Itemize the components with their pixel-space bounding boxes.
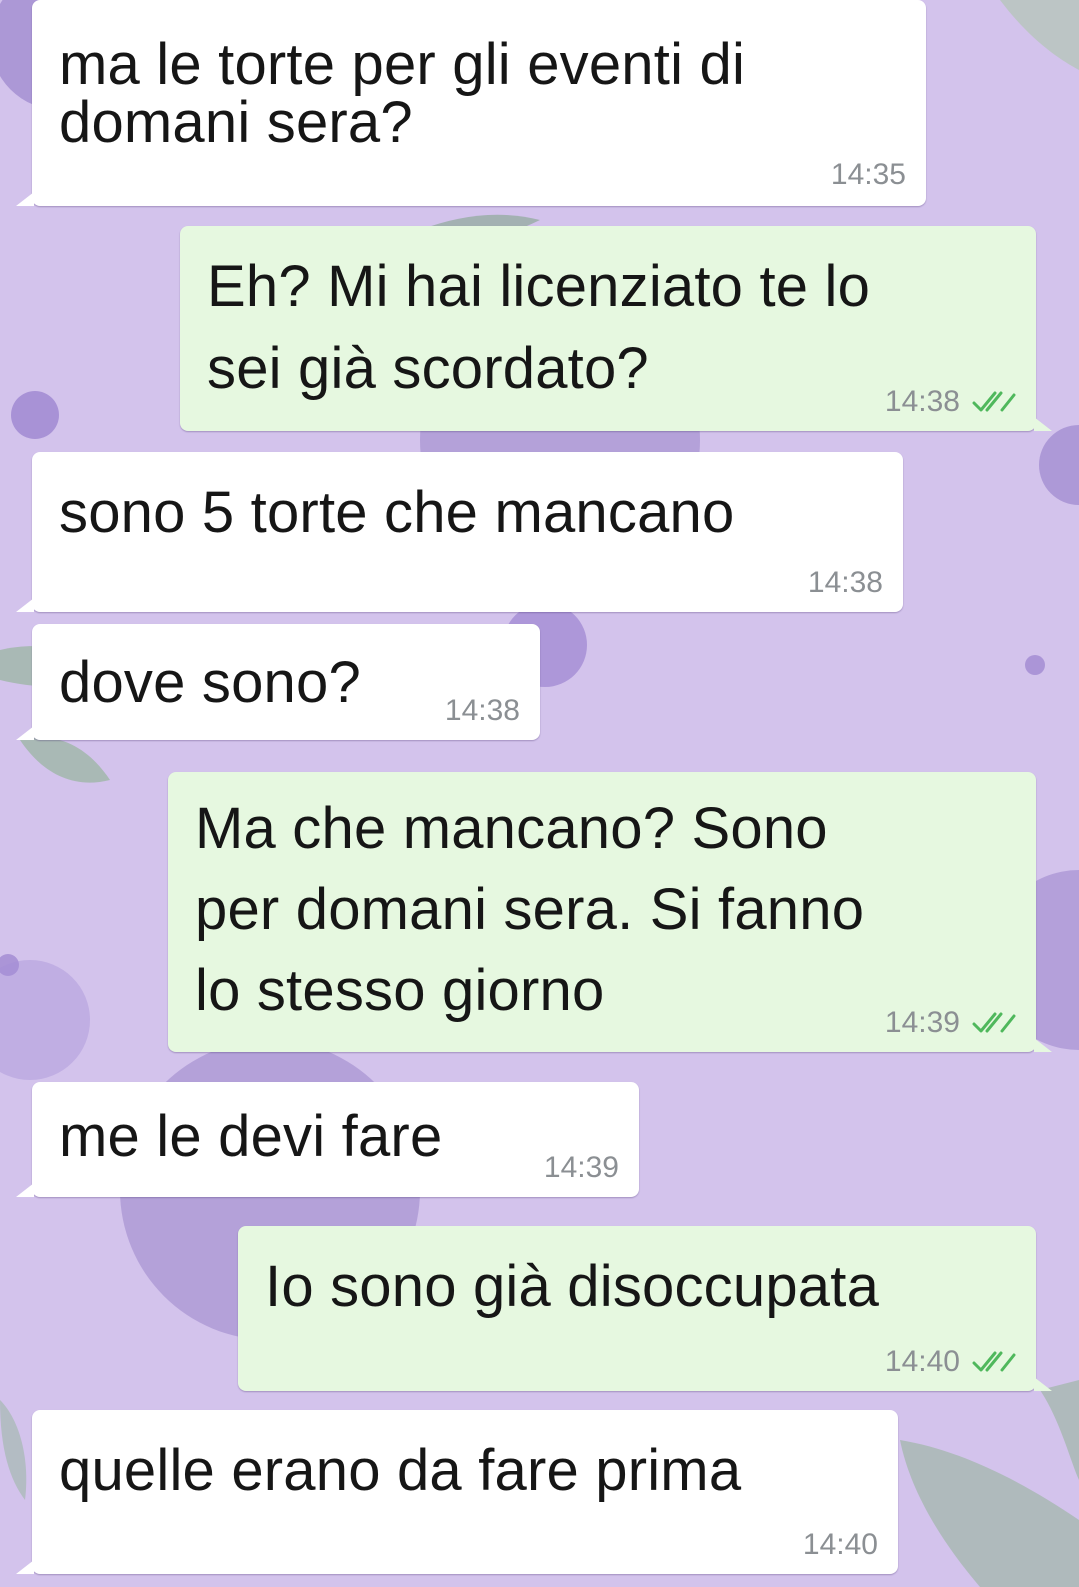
message-text: sei già scordato? xyxy=(207,336,649,401)
message-text: quelle erano da fare prima xyxy=(59,1438,742,1503)
message-meta: 14:38 xyxy=(808,566,883,600)
double-check-icon xyxy=(972,391,1016,412)
message-text: per domani sera. Si fanno xyxy=(195,877,865,942)
message-timestamp: 14:40 xyxy=(884,1345,960,1378)
message-timestamp: 14:35 xyxy=(830,158,906,191)
message-timestamp: 14:40 xyxy=(802,1528,878,1561)
message-meta: 14:35 xyxy=(831,158,906,192)
message-timestamp: 14:38 xyxy=(884,385,960,418)
message-text: lo stesso giorno xyxy=(195,958,605,1023)
message-bubble-incoming[interactable]: dove sono? 14:38 xyxy=(16,624,540,740)
message-text: Eh? Mi hai licenziato te lo xyxy=(207,254,871,319)
message-text: Ma che mancano? Sono xyxy=(195,796,828,861)
message-bubble-incoming[interactable]: quelle erano da fare prima 14:40 xyxy=(16,1410,898,1574)
message-meta: 14:38 xyxy=(445,694,520,728)
message-text: me le devi fare xyxy=(59,1104,443,1169)
message-meta: 14:39 xyxy=(885,1006,1016,1040)
message-timestamp: 14:38 xyxy=(807,566,883,599)
message-meta: 14:38 xyxy=(885,385,1016,419)
message-bubble-incoming[interactable]: sono 5 torte che mancano 14:38 xyxy=(16,452,903,612)
message-meta: 14:40 xyxy=(885,1345,1016,1379)
message-text: domani sera? xyxy=(59,90,413,155)
message-meta: 14:40 xyxy=(803,1528,878,1562)
message-bubble-incoming[interactable]: ma le torte per gli eventi di domani ser… xyxy=(16,0,926,206)
message-bubble-outgoing[interactable]: Io sono già disoccupata 14:40 xyxy=(238,1226,1052,1391)
message-timestamp: 14:38 xyxy=(444,694,520,727)
message-bubble-outgoing[interactable]: Eh? Mi hai licenziato te lo sei già scor… xyxy=(180,226,1052,431)
double-check-icon xyxy=(972,1012,1016,1033)
message-bubble-outgoing[interactable]: Ma che mancano? Sono per domani sera. Si… xyxy=(168,772,1052,1052)
message-text: dove sono? xyxy=(59,650,361,715)
message-timestamp: 14:39 xyxy=(543,1151,619,1184)
message-bubble-incoming[interactable]: me le devi fare 14:39 xyxy=(16,1082,639,1197)
message-timestamp: 14:39 xyxy=(884,1006,960,1039)
message-text: sono 5 torte che mancano xyxy=(59,480,735,545)
message-text: Io sono già disoccupata xyxy=(265,1254,880,1319)
message-meta: 14:39 xyxy=(544,1151,619,1185)
double-check-icon xyxy=(972,1351,1016,1372)
